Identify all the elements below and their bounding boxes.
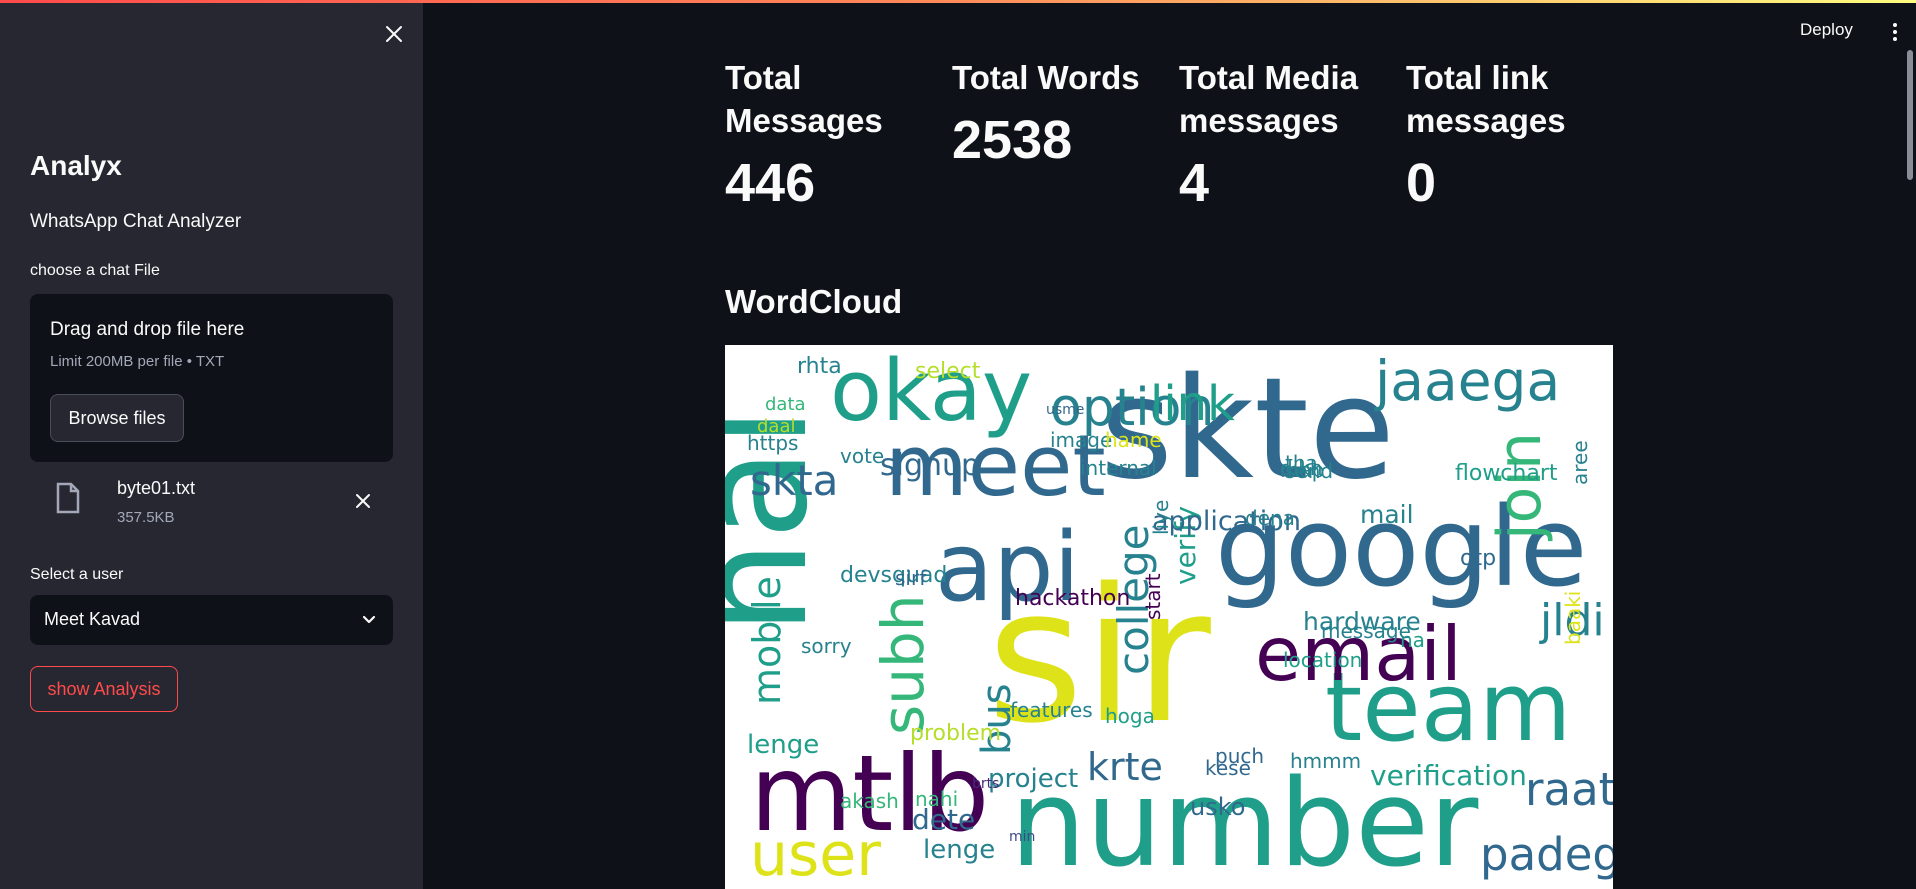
wordcloud-word: usme <box>1046 402 1084 418</box>
close-sidebar-button[interactable] <box>380 20 408 48</box>
wordcloud-word: liye <box>1149 500 1173 535</box>
file-name: byte01.txt <box>117 478 196 498</box>
wordcloud-word: puch <box>1215 744 1264 768</box>
metric-total-links: Total link messages 0 <box>1406 56 1606 214</box>
wordcloud-word: brts <box>972 776 999 792</box>
wordcloud-word: link <box>1150 376 1235 432</box>
metric-label: Total link messages <box>1406 59 1566 139</box>
app-subtitle: WhatsApp Chat Analyzer <box>30 211 242 232</box>
scrollbar-thumb[interactable] <box>1907 50 1913 180</box>
metric-total-messages: Total Messages 446 <box>725 56 925 214</box>
wordcloud-word: hame <box>1105 428 1162 452</box>
select-user-label: Select a user <box>30 566 124 583</box>
browse-files-button[interactable]: Browse files <box>50 394 184 442</box>
wordcloud-word: user <box>750 820 881 889</box>
sidebar: Analyx WhatsApp Chat Analyzer choose a c… <box>0 0 423 889</box>
wordcloud-word: data <box>765 394 806 415</box>
uploader-label: choose a chat File <box>30 262 160 279</box>
metric-value: 446 <box>725 153 816 213</box>
wordcloud-word: subh <box>869 594 937 735</box>
wordcloud-word: features <box>1010 698 1093 722</box>
wordcloud-word: project <box>988 764 1078 794</box>
wordcloud-word: aree <box>1568 440 1592 485</box>
metric-value: 2538 <box>952 110 1073 170</box>
wordcloud-word: devsquad <box>840 563 947 588</box>
metric-value: 0 <box>1406 153 1437 213</box>
wordcloud-word: baaki <box>1561 591 1585 645</box>
wordcloud-word: jaaega <box>1374 349 1560 413</box>
wordcloud-word: lenge <box>923 835 995 865</box>
wordcloud-word: join <box>1485 432 1555 542</box>
wordcloud-word: signup <box>880 448 980 483</box>
file-size: 357.5KB <box>117 509 175 526</box>
wordcloud-word: hackathon <box>1015 586 1130 611</box>
wordcloud-word: hmmm <box>1290 749 1361 773</box>
wordcloud-word: mail <box>1360 500 1414 529</box>
wordcloud-word: dena <box>1245 506 1295 530</box>
wordcloud-word: start <box>1141 573 1165 620</box>
metric-total-media: Total Media messages 4 <box>1179 56 1379 214</box>
chevron-down-icon <box>362 615 376 624</box>
user-select[interactable]: Meet Kavad <box>30 595 393 645</box>
wordcloud-title: WordCloud <box>725 283 903 320</box>
wordcloud-word: nahi <box>915 787 958 811</box>
show-analysis-button[interactable]: show Analysis <box>30 666 178 712</box>
wordcloud-word: otp <box>1460 546 1496 571</box>
wordcloud-word: location <box>1283 648 1362 672</box>
wordcloud-word: daal <box>757 416 796 437</box>
wordcloud-word: raat <box>1525 763 1613 816</box>
wordcloud-word: skta <box>750 456 838 505</box>
metric-label: Total Media messages <box>1179 59 1359 139</box>
wordcloud-word: select <box>915 359 981 384</box>
remove-file-button[interactable] <box>350 488 376 514</box>
wordcloud-word: flowchart <box>1455 461 1558 486</box>
deploy-button[interactable]: Deploy <box>1800 20 1853 40</box>
uploaded-file: byte01.txt 357.5KB <box>30 474 393 534</box>
dropzone-title: Drag and drop file here <box>50 319 245 340</box>
wordcloud-word: verification <box>1370 759 1527 792</box>
wordcloud-word: mobile <box>745 576 789 705</box>
wordcloud-word: usko <box>1190 793 1245 821</box>
metric-value: 4 <box>1179 153 1210 213</box>
wordcloud-word: krte <box>1087 745 1163 789</box>
app-title: Analyx <box>30 150 122 181</box>
metric-total-words: Total Words 2538 <box>952 56 1152 171</box>
wordcloud-word: padega <box>1480 828 1613 881</box>
wordcloud-word: sorry <box>801 634 852 658</box>
wordcloud-image: sir skte number hai google api team meet okay mtl… <box>725 345 1613 889</box>
wordcloud-word: lenge <box>747 730 819 760</box>
wordcloud-word: internal <box>1080 456 1157 480</box>
top-decoration-bar <box>0 0 1916 3</box>
file-icon <box>56 482 80 514</box>
wordcloud-word: hoga <box>1105 704 1155 728</box>
metric-label: Total Words <box>952 59 1140 96</box>
close-icon <box>356 494 370 508</box>
wordcloud-word: message <box>1321 619 1411 643</box>
wordcloud-word: image <box>1050 428 1112 452</box>
wordcloud-word: vote <box>840 444 884 468</box>
more-menu-icon[interactable] <box>1888 20 1902 44</box>
selected-user: Meet Kavad <box>44 609 141 629</box>
wordcloud-word: rhta <box>797 354 842 379</box>
wordcloud-word: dikh <box>1280 456 1323 480</box>
wordcloud-word: akash <box>840 789 899 813</box>
dropzone-limit: Limit 200MB per file • TXT <box>50 353 225 370</box>
wordcloud-word: problem <box>910 721 1001 746</box>
wordcloud-word: sirf <box>895 566 927 590</box>
wordcloud-word: min <box>1009 829 1035 845</box>
file-dropzone[interactable]: Drag and drop file here Limit 200MB per … <box>30 294 393 462</box>
close-icon <box>386 26 402 42</box>
metric-label: Total Messages <box>725 59 883 139</box>
